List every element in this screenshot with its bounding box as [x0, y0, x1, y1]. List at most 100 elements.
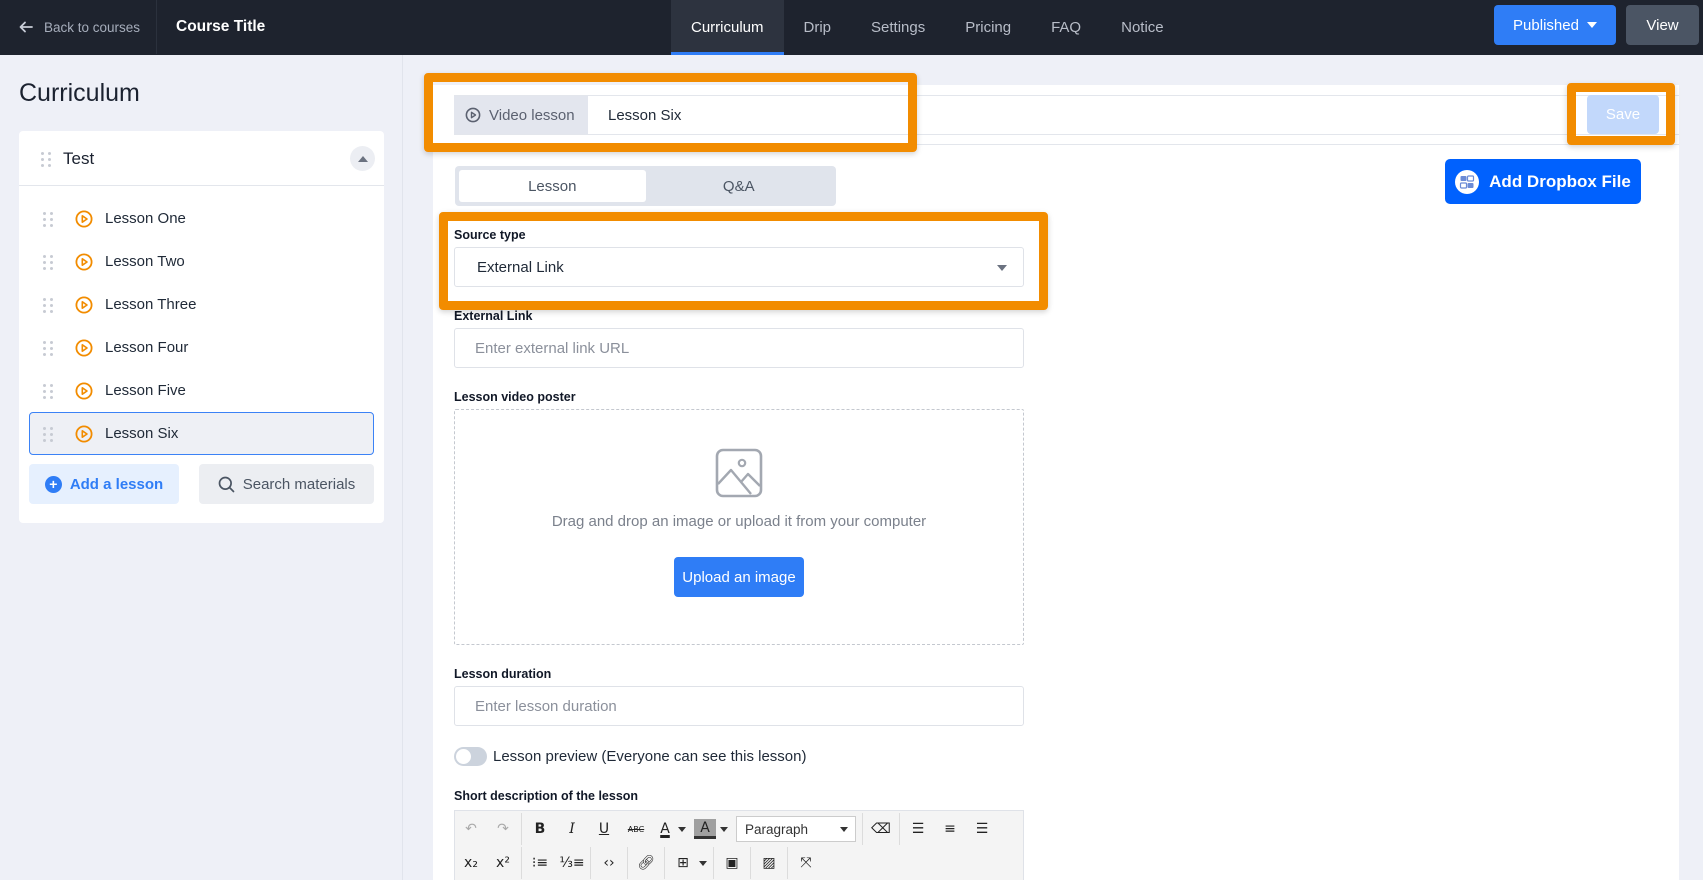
lesson-label: Lesson Six [105, 425, 179, 442]
play-circle-icon [75, 339, 93, 357]
toolbar-row: ↶ ↷ B I U ABC A A Paragraph ⌫ ☰ ≡ ☰ [455, 812, 998, 846]
published-dropdown-button[interactable]: Published [1494, 5, 1616, 45]
divider [156, 0, 157, 54]
lesson-item[interactable]: Lesson Three [29, 283, 374, 326]
lesson-type-label: Video lesson [489, 106, 575, 124]
lesson-item[interactable]: Lesson Four [29, 326, 374, 369]
add-lesson-button[interactable]: + Add a lesson [29, 464, 179, 504]
strikethrough-icon[interactable]: ABC [620, 814, 652, 844]
lesson-duration-input[interactable] [454, 686, 1024, 726]
lesson-preview-label: Lesson preview (Everyone can see this le… [493, 748, 807, 765]
tab-lesson[interactable]: Lesson [459, 170, 646, 202]
drag-handle-icon[interactable] [43, 341, 53, 356]
divider [750, 847, 751, 879]
view-button[interactable]: View [1626, 5, 1699, 45]
tab-notice[interactable]: Notice [1101, 0, 1184, 55]
search-materials-button[interactable]: Search materials [199, 464, 374, 504]
tab-drip[interactable]: Drip [784, 0, 852, 55]
lesson-label: Lesson Three [105, 296, 197, 313]
align-left-icon[interactable]: ☰ [902, 814, 934, 844]
lesson-list: Lesson One Lesson Two Lesson Three Lesso… [19, 197, 384, 455]
caret-down-icon [1586, 22, 1597, 28]
text-color-icon[interactable]: A [652, 814, 678, 844]
drag-handle-icon[interactable] [43, 427, 53, 442]
link-icon[interactable]: 🔗︎ [630, 848, 662, 878]
divider [899, 813, 900, 845]
drag-handle-icon[interactable] [43, 212, 53, 227]
undo-icon[interactable]: ↶ [455, 814, 487, 844]
add-dropbox-file-button[interactable]: Add Dropbox File [1445, 159, 1641, 204]
fullscreen-icon[interactable]: ⤧ [790, 848, 822, 878]
source-type-label: Source type [454, 228, 526, 242]
sidebar-actions: + Add a lesson Search materials [29, 464, 374, 504]
tab-pricing[interactable]: Pricing [945, 0, 1031, 55]
caret-up-icon [357, 155, 368, 162]
divider [713, 847, 714, 879]
section-header: Test [19, 131, 384, 186]
caret-down-icon[interactable] [678, 826, 686, 832]
background-color-icon[interactable]: A [694, 819, 716, 839]
drag-handle-icon[interactable] [43, 298, 53, 313]
source-type-select[interactable]: External Link [454, 247, 1024, 287]
lesson-content-tabs: Lesson Q&A [455, 166, 836, 206]
short-description-label: Short description of the lesson [454, 789, 639, 803]
divider [590, 847, 591, 879]
drag-handle-icon[interactable] [41, 152, 51, 167]
upload-image-button[interactable]: Upload an image [674, 557, 804, 597]
play-circle-icon [75, 253, 93, 271]
image-dropzone[interactable]: Drag and drop an image or upload it from… [454, 409, 1024, 645]
lesson-preview-toggle[interactable] [454, 747, 487, 766]
code-icon[interactable]: ‹› [593, 848, 625, 878]
lesson-item[interactable]: Lesson Two [29, 240, 374, 283]
subscript-icon[interactable]: x₂ [455, 848, 487, 878]
drag-handle-icon[interactable] [43, 255, 53, 270]
external-link-input[interactable] [454, 328, 1024, 368]
toggle-knob [456, 749, 471, 764]
toolbar-row: x₂ x² ⁝≡ ⅓≡ ‹› 🔗︎ ⊞ ▣ ▨ ⤧ [455, 846, 822, 880]
caret-down-icon[interactable] [720, 826, 728, 832]
align-right-icon[interactable]: ☰ [966, 814, 998, 844]
tab-curriculum[interactable]: Curriculum [671, 0, 784, 55]
course-title: Course Title [176, 18, 266, 35]
italic-icon[interactable]: I [556, 814, 588, 844]
play-circle-icon [75, 425, 93, 443]
top-tabs: Curriculum Drip Settings Pricing FAQ Not… [671, 0, 1184, 55]
search-icon [218, 476, 235, 492]
underline-icon[interactable]: U [588, 814, 620, 844]
drag-handle-icon[interactable] [43, 384, 53, 399]
media-icon[interactable]: ▣ [716, 848, 748, 878]
bullet-list-icon[interactable]: ⁝≡ [524, 848, 556, 878]
curriculum-sidebar: Curriculum Test Lesson One Lesson Two Le… [0, 55, 403, 880]
image-insert-icon[interactable]: ▨ [753, 848, 785, 878]
play-circle-icon [75, 382, 93, 400]
tab-qa[interactable]: Q&A [646, 170, 833, 202]
redo-icon[interactable]: ↷ [487, 814, 519, 844]
numbered-list-icon[interactable]: ⅓≡ [556, 848, 588, 878]
lesson-type-badge: Video lesson [454, 96, 588, 134]
save-button[interactable]: Save [1587, 95, 1659, 134]
lesson-label: Lesson Five [105, 382, 186, 399]
video-poster-label: Lesson video poster [454, 390, 576, 404]
collapse-section-button[interactable] [350, 146, 375, 171]
tab-settings[interactable]: Settings [851, 0, 945, 55]
divider [627, 847, 628, 879]
sidebar-heading: Curriculum [19, 79, 140, 107]
superscript-icon[interactable]: x² [487, 848, 519, 878]
tab-faq[interactable]: FAQ [1031, 0, 1101, 55]
caret-down-icon[interactable] [699, 860, 707, 866]
block-format-value: Paragraph [745, 821, 809, 837]
table-icon[interactable]: ⊞ [667, 848, 699, 878]
bold-icon[interactable]: B [524, 814, 556, 844]
lesson-item[interactable]: Lesson One [29, 197, 374, 240]
back-to-courses-link[interactable]: Back to courses [18, 0, 140, 54]
plus-circle-icon: + [44, 475, 62, 493]
play-circle-icon [75, 296, 93, 314]
block-format-select[interactable]: Paragraph [736, 816, 856, 842]
lesson-item[interactable]: Lesson Five [29, 369, 374, 412]
play-circle-icon [75, 210, 93, 228]
lesson-title-input[interactable] [588, 96, 1678, 134]
align-center-icon[interactable]: ≡ [934, 814, 966, 844]
clear-formatting-icon[interactable]: ⌫ [865, 814, 897, 844]
lesson-item-active[interactable]: Lesson Six [29, 412, 374, 455]
rich-text-toolbar: ↶ ↷ B I U ABC A A Paragraph ⌫ ☰ ≡ ☰ x₂ x… [454, 810, 1024, 880]
